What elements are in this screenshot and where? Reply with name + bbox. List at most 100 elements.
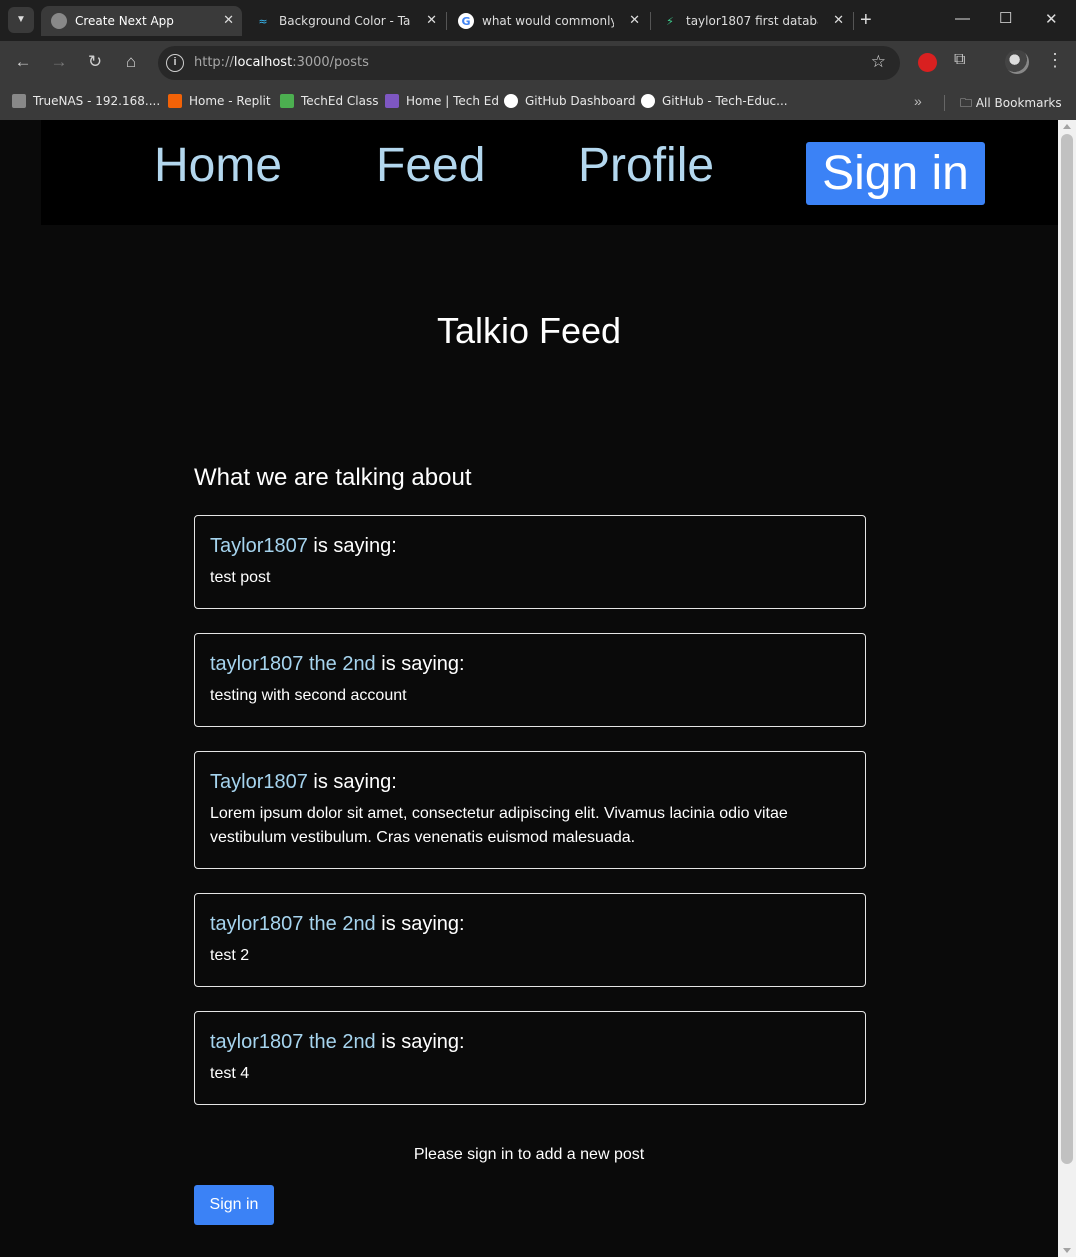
new-tab-plus-icon[interactable]: +	[860, 9, 872, 32]
bookmark-replit[interactable]: Home - Replit	[168, 94, 271, 108]
post-content: testing with second account	[210, 687, 407, 704]
ublock-extension-icon[interactable]	[918, 53, 937, 72]
post-author-link[interactable]: taylor1807 the 2nd	[210, 653, 376, 675]
page-viewport: Home Feed Profile Sign in Talkio Feed Wh…	[0, 120, 1076, 1257]
scrollbar-thumb[interactable]	[1061, 134, 1073, 1164]
tab-title: Create Next App	[75, 14, 174, 28]
tab-separator	[853, 12, 854, 30]
more-bookmarks-chevron-icon[interactable]: »	[914, 93, 922, 109]
post-header: Taylor1807 is saying:	[210, 532, 850, 560]
all-bookmarks-label: All Bookmarks	[975, 96, 1062, 110]
browser-tab-bar: ▼ Create Next App ✕ ≈ Background Color -…	[0, 0, 1076, 41]
bookmark-label: Home - Replit	[189, 94, 271, 108]
post-content: test 2	[210, 947, 250, 964]
post-author-link[interactable]: Taylor1807	[210, 535, 308, 557]
post-card: taylor1807 the 2nd is saying: testing wi…	[194, 633, 866, 727]
bookmark-label: GitHub - Tech-Educ...	[662, 94, 788, 108]
nav-home-link[interactable]: Home	[154, 138, 282, 193]
close-icon[interactable]: ✕	[629, 13, 640, 28]
post-content: test post	[210, 569, 271, 586]
tab-separator	[446, 12, 447, 30]
truenas-icon	[12, 94, 26, 108]
forward-arrow-icon[interactable]: →	[48, 52, 70, 72]
post-author-link[interactable]: taylor1807 the 2nd	[210, 913, 376, 935]
post-header: taylor1807 the 2nd is saying:	[210, 650, 850, 678]
maximize-icon[interactable]: ☐	[999, 9, 1012, 27]
post-card: taylor1807 the 2nd is saying: test 4	[194, 1011, 866, 1105]
replit-icon	[168, 94, 182, 108]
page-scrollbar[interactable]	[1058, 120, 1076, 1257]
browser-toolbar: ← → ↻ ⌂ i http://localhost:3000/posts ☆ …	[0, 41, 1076, 85]
bookmark-label: Home | Tech Ed	[406, 94, 499, 108]
tailwind-icon: ≈	[258, 14, 268, 28]
github-icon	[504, 94, 518, 108]
post-header: taylor1807 the 2nd is saying:	[210, 1028, 850, 1056]
post-author-link[interactable]: taylor1807 the 2nd	[210, 1031, 376, 1053]
tab-supabase[interactable]: ⚡ taylor1807 first database ✕	[652, 6, 852, 36]
folder-icon: 🗀	[960, 96, 973, 110]
tab-title: what would commonly be	[482, 14, 614, 28]
globe-icon	[51, 13, 67, 29]
bookmark-label: GitHub Dashboard	[525, 94, 636, 108]
scroll-down-arrow-icon[interactable]	[1063, 1248, 1071, 1253]
page-title: Talkio Feed	[436, 310, 622, 351]
post-saying-label: is saying:	[375, 1031, 465, 1053]
bookmark-github-tech-educ[interactable]: GitHub - Tech-Educ...	[641, 94, 788, 108]
teched-k-icon	[385, 94, 399, 108]
signin-button[interactable]: Sign in	[194, 1185, 274, 1225]
signin-prompt-text: Please sign in to add a new post	[413, 1146, 645, 1163]
tab-separator	[650, 12, 651, 30]
post-card: Taylor1807 is saying: test post	[194, 515, 866, 609]
bookmarks-bar: TrueNAS - 192.168.... Home - Replit Tech…	[0, 85, 1076, 120]
close-icon[interactable]: ✕	[426, 13, 437, 28]
reload-icon[interactable]: ↻	[84, 52, 106, 72]
bookmark-teched-class[interactable]: TechEd Class	[280, 94, 378, 108]
bookmarks-separator	[944, 95, 945, 111]
close-icon[interactable]: ✕	[833, 13, 844, 28]
url-path: :3000/posts	[292, 55, 369, 70]
post-card: taylor1807 the 2nd is saying: test 2	[194, 893, 866, 987]
home-icon[interactable]: ⌂	[120, 52, 142, 72]
tab-search-chevron-icon[interactable]: ▼	[8, 7, 34, 33]
post-author-link[interactable]: Taylor1807	[210, 771, 308, 793]
all-bookmarks[interactable]: 🗀 All Bookmarks	[960, 94, 1062, 115]
post-content: test 4	[210, 1065, 250, 1082]
site-navbar: Home Feed Profile Sign in	[41, 120, 1058, 225]
bookmark-home-tech-ed[interactable]: Home | Tech Ed	[385, 94, 499, 108]
post-saying-label: is saying:	[307, 535, 397, 557]
address-bar[interactable]: i http://localhost:3000/posts ☆	[158, 46, 900, 80]
menu-kebab-icon[interactable]: ⋮	[1046, 50, 1064, 71]
tab-title: taylor1807 first database	[686, 14, 818, 28]
post-saying-label: is saying:	[307, 771, 397, 793]
nav-signin-button[interactable]: Sign in	[806, 142, 985, 205]
bookmark-star-icon[interactable]: ☆	[871, 52, 886, 72]
tab-background-color[interactable]: ≈ Background Color - Tailwind ✕	[245, 6, 445, 36]
post-saying-label: is saying:	[375, 653, 465, 675]
post-header: taylor1807 the 2nd is saying:	[210, 910, 850, 938]
url-scheme: http://	[194, 55, 234, 70]
nav-profile-link[interactable]: Profile	[578, 138, 714, 193]
google-icon: G	[458, 13, 474, 29]
post-content: Lorem ipsum dolor sit amet, consectetur …	[210, 805, 788, 846]
section-heading: What we are talking about	[194, 464, 472, 491]
bookmark-label: TechEd Class	[301, 94, 379, 108]
url-host: localhost	[233, 55, 293, 70]
bookmark-truenas[interactable]: TrueNAS - 192.168....	[12, 94, 160, 108]
back-arrow-icon[interactable]: ←	[12, 52, 34, 72]
extensions-puzzle-icon[interactable]: ⧉	[954, 51, 965, 69]
nav-feed-link[interactable]: Feed	[376, 138, 485, 193]
close-icon[interactable]: ✕	[223, 13, 234, 28]
url-text[interactable]: http://localhost:3000/posts	[194, 55, 369, 70]
scroll-up-arrow-icon[interactable]	[1063, 124, 1071, 129]
tab-create-next-app[interactable]: Create Next App ✕	[41, 6, 242, 36]
profile-avatar[interactable]	[1005, 50, 1029, 74]
post-header: Taylor1807 is saying:	[210, 768, 850, 796]
github-icon	[641, 94, 655, 108]
bookmark-github-dashboard[interactable]: GitHub Dashboard	[504, 94, 636, 108]
minimize-icon[interactable]: —	[955, 10, 970, 27]
supabase-icon: ⚡	[666, 14, 674, 28]
post-saying-label: is saying:	[375, 913, 465, 935]
window-close-icon[interactable]: ✕	[1045, 10, 1058, 28]
tab-google-search[interactable]: G what would commonly be ✕	[448, 6, 648, 36]
site-info-icon[interactable]: i	[166, 54, 184, 72]
